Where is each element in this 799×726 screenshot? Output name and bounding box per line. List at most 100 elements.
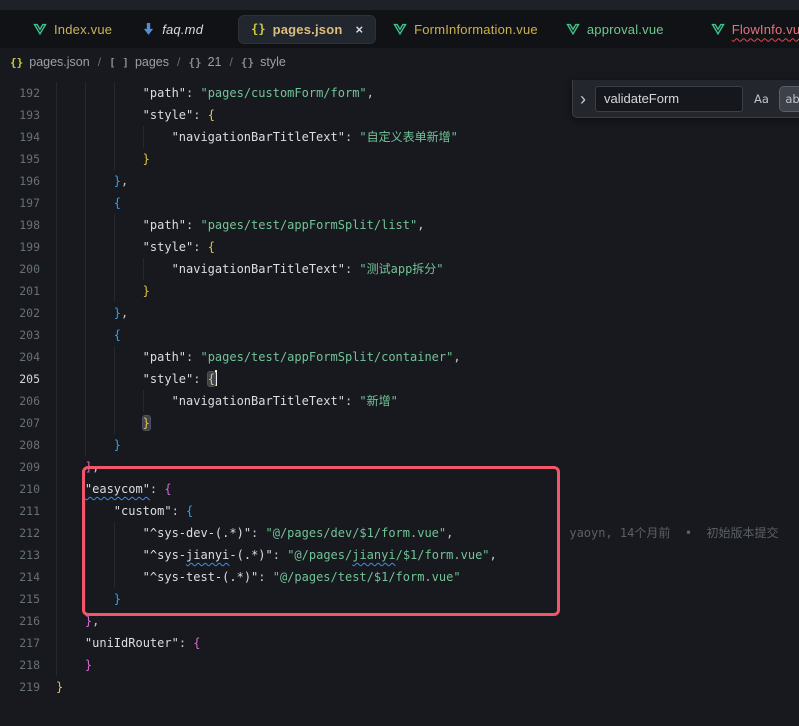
tab-pages.json[interactable]: {}pages.json× [238,15,376,44]
line-number[interactable]: 196 [0,170,56,192]
code-token: { [186,504,193,518]
tab-FlowInfo.vu[interactable]: FlowInfo.vu [711,22,799,37]
indent-guide [56,434,85,456]
tab-close-icon[interactable]: × [356,22,364,37]
code-line[interactable]: 210"easycom": { [0,478,799,500]
whole-word-button[interactable]: ab [780,87,799,111]
code-line[interactable]: 205"style": { [0,368,799,390]
code-line[interactable]: 204"path": "pages/test/appFormSplit/cont… [0,346,799,368]
code-line[interactable]: 216}, [0,610,799,632]
code-token: "navigationBarTitleText" [172,130,345,144]
line-number[interactable]: 212 [0,522,56,544]
code-line[interactable]: 219} [0,676,799,698]
find-input[interactable] [595,86,743,112]
breadcrumb-item-21[interactable]: {} 21 [188,55,221,69]
code-line[interactable]: 194"navigationBarTitleText": "自定义表单新增" [0,126,799,148]
indent-guide [85,236,114,258]
line-number[interactable]: 213 [0,544,56,566]
line-number[interactable]: 198 [0,214,56,236]
line-number[interactable]: 192 [0,82,56,104]
tab-FormInformation.vue[interactable]: FormInformation.vue [393,22,538,37]
line-number[interactable]: 205 [0,368,56,390]
code-line[interactable]: 213"^sys-jianyi-(.*)": "@/pages/jianyi/$… [0,544,799,566]
breadcrumb-item-pages[interactable]: [ ]pages [109,55,169,69]
code-token: "path" [143,86,186,100]
breadcrumb-item-label: 21 [208,55,222,69]
indent-guide [56,236,85,258]
line-number[interactable]: 216 [0,610,56,632]
code-line[interactable]: 202}, [0,302,799,324]
line-number[interactable]: 208 [0,434,56,456]
code-editor[interactable]: 192"path": "pages/customForm/form",193"s… [0,76,799,698]
code-line[interactable]: 214"^sys-test-(.*)": "@/pages/test/$1/fo… [0,566,799,588]
code-line[interactable]: 209], [0,456,799,478]
find-widget: › Aa ab .* [572,80,799,118]
find-expand-chevron-icon[interactable]: › [577,90,589,108]
code-token: { [208,372,215,386]
line-number[interactable]: 211 [0,500,56,522]
code-token: } [143,416,150,430]
line-number[interactable]: 218 [0,654,56,676]
indent-guide [143,258,172,280]
indent-guide [56,588,85,610]
line-number[interactable]: 219 [0,676,56,698]
code-line[interactable]: 201} [0,280,799,302]
code-token: : [273,548,287,562]
tab-approval.vue[interactable]: approval.vue [566,22,664,37]
line-number[interactable]: 197 [0,192,56,214]
code-line[interactable]: 211"custom": { [0,500,799,522]
code-line[interactable]: 200"navigationBarTitleText": "测试app拆分" [0,258,799,280]
line-number[interactable]: 206 [0,390,56,412]
code-line[interactable]: 206"navigationBarTitleText": "新增" [0,390,799,412]
line-number[interactable]: 210 [0,478,56,500]
line-number[interactable]: 202 [0,302,56,324]
tab-faq.md[interactable]: faq.md [142,22,203,37]
git-blame-annotation: yaoyn, 14个月前 • 初始版本提交 [569,526,778,540]
code-token: : [186,218,200,232]
breadcrumb-item-style[interactable]: {}style [241,55,286,69]
indent-guide [114,104,143,126]
line-number[interactable]: 207 [0,412,56,434]
vue-icon [566,23,580,36]
tab-Index.vue[interactable]: Index.vue [33,22,112,37]
code-line-content: { [56,324,799,346]
indent-guide [114,126,143,148]
line-number[interactable]: 209 [0,456,56,478]
line-number[interactable]: 193 [0,104,56,126]
code-token: : [186,86,200,100]
indent-guide [85,588,114,610]
tab-label: pages.json [273,22,343,37]
code-line[interactable]: 199"style": { [0,236,799,258]
code-token: "navigationBarTitleText" [172,394,345,408]
indent-guide [114,258,143,280]
line-number[interactable]: 204 [0,346,56,368]
code-line[interactable]: 208} [0,434,799,456]
line-number[interactable]: 217 [0,632,56,654]
code-line[interactable]: 195} [0,148,799,170]
match-case-button[interactable]: Aa [749,87,774,111]
code-line[interactable]: 217"uniIdRouter": { [0,632,799,654]
line-number[interactable]: 201 [0,280,56,302]
indent-guide [56,478,85,500]
code-line[interactable]: 197{ [0,192,799,214]
code-line[interactable]: 207} [0,412,799,434]
line-number[interactable]: 203 [0,324,56,346]
code-line[interactable]: 218} [0,654,799,676]
code-token: { [164,482,171,496]
code-token: } [114,592,121,606]
breadcrumb-item-pages.json[interactable]: {}pages.json [10,55,90,69]
code-line[interactable]: 215} [0,588,799,610]
code-line[interactable]: 198"path": "pages/test/appFormSplit/list… [0,214,799,236]
indent-guide [85,126,114,148]
code-line[interactable]: 203{ [0,324,799,346]
indent-guide [85,324,114,346]
line-number[interactable]: 215 [0,588,56,610]
line-number[interactable]: 200 [0,258,56,280]
line-number[interactable]: 194 [0,126,56,148]
line-number[interactable]: 214 [0,566,56,588]
line-number[interactable]: 199 [0,236,56,258]
object-icon: {} [188,56,201,69]
line-number[interactable]: 195 [0,148,56,170]
code-line[interactable]: 196}, [0,170,799,192]
code-line[interactable]: 212"^sys-dev-(.*)": "@/pages/dev/$1/form… [0,522,799,544]
